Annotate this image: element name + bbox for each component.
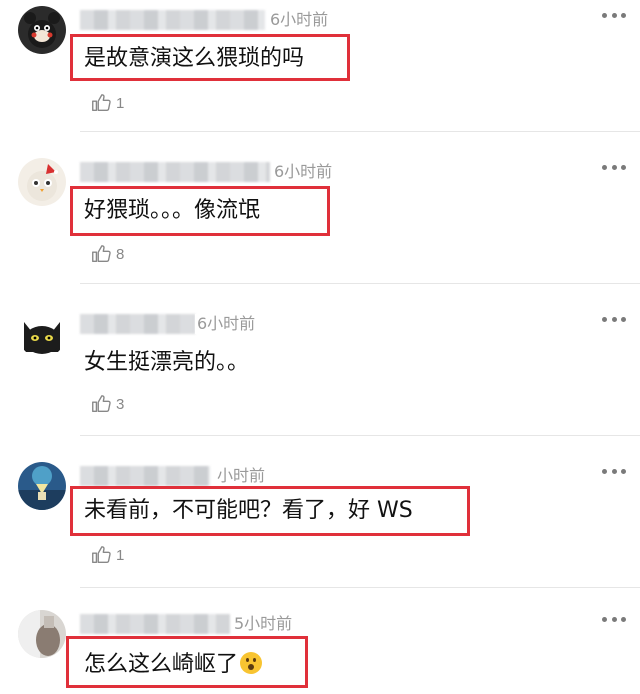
comment-item: 小时前 未看前，不可能吧？看了，好 WS 1 xyxy=(0,456,640,596)
comment-item: 6小时前 是故意演这么猥琐的吗 1 xyxy=(0,0,640,140)
thumbs-up-icon xyxy=(92,395,111,413)
chick-avatar-icon[interactable] xyxy=(18,158,66,206)
divider xyxy=(80,283,640,284)
divider xyxy=(80,435,640,436)
like-count: 3 xyxy=(116,395,125,413)
highlight-box xyxy=(70,486,470,536)
like-button[interactable]: 1 xyxy=(90,544,124,566)
username-blurred[interactable] xyxy=(80,162,270,182)
username-blurred[interactable] xyxy=(80,614,230,634)
username-blurred[interactable] xyxy=(80,10,265,30)
comment-item: 5小时前 怎么这么崎岖了 xyxy=(0,604,640,694)
more-dots-icon[interactable] xyxy=(602,614,626,624)
scenery-avatar-icon[interactable] xyxy=(18,462,66,510)
divider xyxy=(80,587,640,588)
more-dots-icon[interactable] xyxy=(602,162,626,172)
comment-item: 6小时前 女生挺漂亮的。。 3 xyxy=(0,304,640,444)
more-dots-icon[interactable] xyxy=(602,466,626,476)
like-count: 1 xyxy=(116,94,125,112)
comment-time: 6小时前 xyxy=(268,10,329,30)
thumbs-up-icon xyxy=(92,546,111,564)
comment-item: 6小时前 好猥琐。。。像流氓 8 xyxy=(0,152,640,292)
thumbs-up-icon xyxy=(92,245,111,263)
divider xyxy=(80,131,640,132)
comment-text: 女生挺漂亮的。。 xyxy=(84,350,250,375)
bear-avatar-icon[interactable] xyxy=(18,6,66,54)
username-blurred[interactable] xyxy=(80,466,210,486)
comment-time: 小时前 xyxy=(215,466,266,486)
like-button[interactable]: 3 xyxy=(90,393,124,415)
like-count: 1 xyxy=(116,546,125,564)
highlight-box xyxy=(70,34,350,81)
like-button[interactable]: 8 xyxy=(90,243,124,265)
highlight-box xyxy=(70,186,330,236)
highlight-box xyxy=(66,636,308,688)
photo-avatar-icon[interactable] xyxy=(18,610,66,658)
comment-time: 6小时前 xyxy=(272,162,333,182)
more-dots-icon[interactable] xyxy=(602,10,626,20)
comment-time: 6小时前 xyxy=(195,314,256,334)
like-button[interactable]: 1 xyxy=(90,92,124,114)
cat-avatar-icon[interactable] xyxy=(18,310,66,358)
username-blurred[interactable] xyxy=(80,314,195,334)
comment-time: 5小时前 xyxy=(232,614,293,634)
more-dots-icon[interactable] xyxy=(602,314,626,324)
like-count: 8 xyxy=(116,245,125,263)
thumbs-up-icon xyxy=(92,94,111,112)
